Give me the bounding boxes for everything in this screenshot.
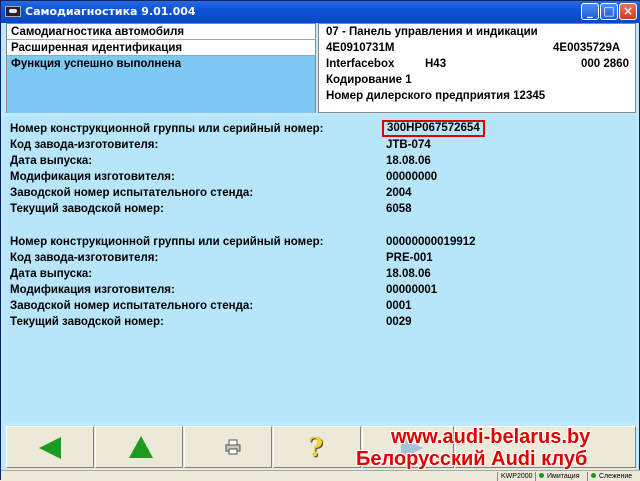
status-message: Функция успешно выполнена xyxy=(7,56,315,113)
part-number: 4E0910731M xyxy=(326,42,395,54)
help-icon: ? xyxy=(308,433,324,463)
g1-serial-value: 300HP067572654 xyxy=(382,120,485,137)
back-button[interactable] xyxy=(6,426,94,468)
breadcrumb-extended-identification[interactable]: Расширенная идентификация xyxy=(7,40,315,56)
g2-modification-label: Модификация изготовителя: xyxy=(10,284,175,296)
g2-date-value: 18.08.06 xyxy=(386,268,431,280)
status-dot-icon xyxy=(539,473,544,478)
g2-serial-value: 00000000019912 xyxy=(386,236,476,248)
status-bar: KWP2000 Имитация Слежение xyxy=(1,470,640,481)
function-panel: Самодиагностика автомобиля Расширенная и… xyxy=(6,23,316,113)
watermark-url: www.audi-belarus.by xyxy=(391,426,591,448)
identification-data: Номер конструкционной группы или серийны… xyxy=(6,116,636,422)
arrow-up-icon xyxy=(129,436,153,458)
g1-test-stand-label: Заводской номер испытательного стенда: xyxy=(10,187,254,199)
g1-manufacturer-code-label: Код завода-изготовителя: xyxy=(10,139,159,151)
g1-date-value: 18.08.06 xyxy=(386,155,431,167)
dealer-number: Номер дилерского предприятия 12345 xyxy=(326,90,546,102)
imitation-label: Имитация xyxy=(547,473,580,480)
g1-serial-counter-label: Текущий заводской номер: xyxy=(10,203,164,215)
help-button[interactable]: ? xyxy=(273,426,361,468)
g2-test-stand-label: Заводской номер испытательного стенда: xyxy=(10,300,254,312)
breadcrumb-self-diagnosis[interactable]: Самодиагностика автомобиля xyxy=(7,24,315,40)
g1-manufacturer-code-value: JTB-074 xyxy=(386,139,431,151)
main-window: Самодиагностика 9.01.004 _ □ × Самодиагн… xyxy=(0,0,640,481)
title-bar[interactable]: Самодиагностика 9.01.004 _ □ × xyxy=(1,1,640,23)
tracking-label: Слежение xyxy=(599,473,633,480)
print-button[interactable] xyxy=(184,426,272,468)
arrow-left-icon xyxy=(39,437,61,459)
g2-manufacturer-code-value: PRE-001 xyxy=(386,252,433,264)
software-version: 000 2860 xyxy=(581,58,629,70)
g1-modification-label: Модификация изготовителя: xyxy=(10,171,175,183)
close-button[interactable]: × xyxy=(619,3,637,20)
g2-test-stand-value: 0001 xyxy=(386,300,412,312)
watermark-club: Белорусский Audi клуб xyxy=(356,448,588,470)
g2-modification-value: 00000001 xyxy=(386,284,438,296)
coding-value: Кодирование 1 xyxy=(326,74,412,86)
component-version: H43 xyxy=(425,58,447,70)
minimize-button[interactable]: _ xyxy=(581,3,599,20)
g1-serial-counter-value: 6058 xyxy=(386,203,412,215)
control-unit-panel: 07 - Панель управления и индикации 4E091… xyxy=(318,23,636,113)
g2-manufacturer-code-label: Код завода-изготовителя: xyxy=(10,252,159,264)
g2-serial-counter-value: 0029 xyxy=(386,316,412,328)
control-unit-title: 07 - Панель управления и индикации xyxy=(326,26,538,38)
g1-date-label: Дата выпуска: xyxy=(10,155,93,167)
window-title: Самодиагностика 9.01.004 xyxy=(25,5,196,18)
g2-serial-label: Номер конструкционной группы или серийны… xyxy=(10,236,324,248)
g1-modification-value: 00000000 xyxy=(386,171,438,183)
g2-serial-counter-label: Текущий заводской номер: xyxy=(10,316,164,328)
g2-date-label: Дата выпуска: xyxy=(10,268,93,280)
g1-serial-label: Номер конструкционной группы или серийны… xyxy=(10,123,324,135)
component-name: Interfacebox xyxy=(326,58,395,70)
part-number-2: 4E0035729A xyxy=(553,42,621,54)
up-button[interactable] xyxy=(95,426,183,468)
maximize-button[interactable]: □ xyxy=(600,3,618,20)
app-icon xyxy=(5,6,21,17)
status-dot-icon xyxy=(591,473,596,478)
g1-test-stand-value: 2004 xyxy=(386,187,412,199)
printer-icon xyxy=(225,439,241,455)
